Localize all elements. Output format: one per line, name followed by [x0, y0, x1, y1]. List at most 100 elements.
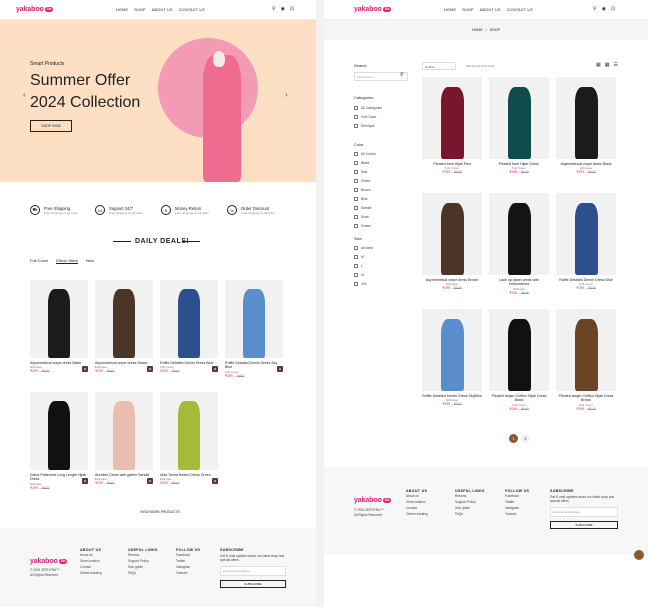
color-option[interactable]: All Colors [354, 149, 376, 158]
shop-nav-contact-link[interactable]: CONTACT US [507, 8, 533, 12]
product-image[interactable] [422, 309, 482, 391]
product-image[interactable] [30, 280, 88, 358]
sort-select[interactable]: Default ⌄ [422, 62, 456, 70]
product-card[interactable]: Lace up panel dress with embroidered Ethn… [489, 193, 549, 295]
user-icon[interactable]: ◉ [281, 6, 285, 12]
color-option[interactable]: Sandle [354, 203, 376, 212]
product-image[interactable] [95, 280, 153, 358]
product-card[interactable]: Ruffle Detailed Denim Dress Blue Full Cov… [160, 280, 218, 373]
nav-about-link[interactable]: ABOUT US [152, 8, 173, 12]
product-image[interactable] [95, 392, 153, 470]
add-to-cart-icon[interactable]: ⊕ [212, 478, 218, 484]
add-to-cart-icon[interactable]: ⊕ [147, 478, 153, 484]
tab-ethnic-wear[interactable]: Ethnic Wear [56, 258, 78, 264]
grid-small-icon[interactable]: ▦ [605, 62, 610, 68]
product-image[interactable] [160, 392, 218, 470]
color-option[interactable]: Black [354, 158, 376, 167]
product-image[interactable] [489, 77, 549, 159]
product-image[interactable] [556, 309, 616, 391]
brand-logo[interactable]: yakaboo On [16, 6, 54, 13]
footer-orders-link[interactable]: Orders tracking [80, 570, 102, 576]
category-option[interactable]: All Categories [354, 103, 382, 112]
shop-footer-logo[interactable]: yakaboo On [354, 497, 392, 504]
cart-icon[interactable]: ⊡ [290, 6, 294, 12]
breadcrumb-home[interactable]: HOME [472, 28, 483, 32]
shop-brand-logo[interactable]: yakaboo On [354, 6, 392, 13]
product-card[interactable]: Ruffle Detailed Denim Dress SkyBlue Ethni… [422, 309, 482, 406]
search-icon[interactable]: ⚲ [272, 6, 276, 12]
view-more-products-link[interactable]: VIEW MORE PRODUCTS [140, 510, 180, 514]
product-name[interactable]: Pleated tanjan Chiffon Hijab Dress Brown [556, 394, 616, 403]
add-to-cart-icon[interactable]: ⊕ [82, 366, 88, 372]
product-image[interactable] [422, 193, 482, 275]
nav-contact-link[interactable]: CONTACT US [179, 8, 205, 12]
footer-email-input[interactable]: Enter Email Address [220, 566, 286, 576]
product-card[interactable]: Pleated front Hijab Red Full Cover ₹299 – … [422, 77, 482, 174]
product-image[interactable] [30, 392, 88, 470]
shop-footer-email-input[interactable]: Enter Email Address [550, 507, 618, 517]
product-name[interactable]: Pleated tanjan Chiffon Hijab Dress Black [489, 394, 549, 403]
color-option[interactable]: Rose [354, 212, 376, 221]
footer-subscribe-button[interactable]: SUBSCRIBE [220, 580, 286, 588]
product-card[interactable]: Aurelien Dress with gather Sandle Ethniqu… [95, 392, 153, 485]
product-card[interactable]: Aida Tunna Belted Dress Green Ethnique ₹29… [160, 392, 218, 485]
checkbox[interactable] [354, 114, 358, 119]
product-name[interactable]: Lace up panel dress with embroidered [489, 278, 549, 287]
product-card[interactable]: Asymmetrical crepe dress Brown Ethnique ₹2… [422, 193, 482, 290]
footer-youtube-link[interactable]: Youtube [176, 570, 200, 576]
nav-home-link[interactable]: HOME [116, 8, 128, 12]
add-to-cart-icon[interactable]: ⊕ [82, 478, 88, 484]
product-image[interactable] [489, 193, 549, 275]
shop-nav-about-link[interactable]: ABOUT US [480, 8, 501, 12]
size-option[interactable]: XL [354, 270, 373, 279]
product-card[interactable]: Pleated tanjan Chiffon Hijab Dress Brown… [556, 309, 616, 411]
product-image[interactable] [160, 280, 218, 358]
cart-icon[interactable]: ⊡ [611, 6, 615, 12]
product-card[interactable]: Asymmetrical crepe dress Black Ethnique ₹2… [556, 77, 616, 174]
product-card[interactable]: Asymmetrical crepe dress Black Ethnique ₹2… [30, 280, 88, 373]
size-option[interactable]: L [354, 261, 373, 270]
shop-now-button[interactable]: SHOP NOW [30, 120, 72, 132]
search-icon[interactable]: ⚲ [400, 72, 404, 78]
user-icon[interactable]: ◉ [602, 6, 606, 12]
slider-next-arrow[interactable]: › [285, 90, 288, 99]
product-card[interactable]: Zebra Patterned Long Length Hijab Dress E… [30, 392, 88, 490]
search-icon[interactable]: ⚲ [593, 6, 597, 12]
product-image[interactable] [225, 280, 283, 358]
checkbox[interactable] [354, 123, 358, 128]
product-card[interactable]: Pleated front Hijab Green Full Cover ₹299 … [489, 77, 549, 174]
checkbox[interactable] [354, 105, 358, 110]
color-option[interactable]: Brown [354, 185, 376, 194]
product-image[interactable] [422, 77, 482, 159]
shop-nav-shop-link[interactable]: SHOP [462, 8, 474, 12]
product-card[interactable]: Asymmetrical crepe dress Brown Ethnique ₹2… [95, 280, 153, 373]
category-option[interactable]: Full Cover [354, 112, 382, 121]
product-card[interactable]: Ruffle Detailed Denim Dress Blue Full Cov… [556, 193, 616, 290]
add-to-cart-icon[interactable]: ⊕ [277, 366, 283, 372]
page-2-button[interactable]: 2 [521, 434, 530, 443]
nav-shop-link[interactable]: SHOP [134, 8, 146, 12]
footer-faq-link[interactable]: FAQs [128, 570, 158, 576]
size-option[interactable]: XXL [354, 279, 373, 288]
slider-prev-arrow[interactable]: ‹ [23, 90, 26, 99]
product-card[interactable]: Ruffle Detailed Denim Dress Sky Blue Full… [225, 280, 283, 378]
tab-new[interactable]: New [86, 258, 94, 264]
tab-full-cover[interactable]: Full Cover [30, 258, 48, 264]
product-image[interactable] [489, 309, 549, 391]
page-1-button[interactable]: 1 [509, 434, 518, 443]
color-option[interactable]: Cream [354, 221, 376, 230]
product-name[interactable]: Ruffle Detailed Denim Dress Sky Blue [225, 361, 283, 370]
color-option[interactable]: Red [354, 167, 376, 176]
color-option[interactable]: Blue [354, 194, 376, 203]
product-image[interactable] [556, 193, 616, 275]
grid-large-icon[interactable]: ▦ [596, 62, 601, 68]
product-image[interactable] [556, 77, 616, 159]
size-option[interactable]: all sizes [354, 243, 373, 252]
list-view-icon[interactable]: ☰ [613, 62, 617, 68]
footer-logo[interactable]: yakaboo On [30, 558, 68, 565]
category-option[interactable]: Ethnique [354, 121, 382, 130]
scroll-to-top-button[interactable] [634, 550, 644, 560]
shop-nav-home-link[interactable]: HOME [444, 8, 456, 12]
product-name[interactable]: Zebra Patterned Long Length Hijab Dress [30, 473, 88, 482]
size-option[interactable]: M [354, 252, 373, 261]
